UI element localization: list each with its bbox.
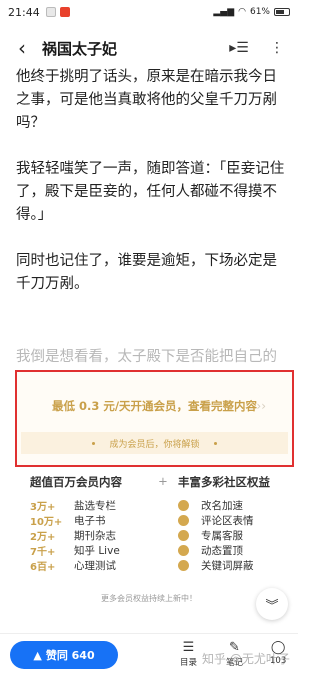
community-benefits-list: 改名加速 评论区表情 专属客服 动态置顶 关键词屏蔽 — [178, 498, 254, 573]
upvote-button[interactable]: ▲ 赞同 640 — [10, 641, 118, 669]
benefit-label: 盐选专栏 — [74, 500, 116, 512]
customer-service-icon — [178, 530, 189, 541]
status-time: 21:44 — [8, 5, 40, 19]
unlock-hint-bar: 成为会员后，你将解锁 — [21, 432, 288, 454]
list-item: 动态置顶 — [178, 543, 254, 558]
list-item: 3万+ 盐选专栏 — [30, 498, 148, 513]
chevron-right-icon: ›› — [256, 399, 266, 413]
community-benefits-title: 丰富多彩社区权益 — [178, 475, 270, 489]
list-item: 10万+ 电子书 — [30, 513, 148, 528]
plus-icon: + — [158, 474, 168, 488]
member-benefits: 超值百万会员内容 + 丰富多彩社区权益 3万+ 盐选专栏 10万+ 电子书 2万+ 期… — [30, 474, 280, 573]
page-title: 祸国太子妃 — [42, 39, 118, 58]
pin-icon — [178, 545, 189, 556]
list-icon: ☰ — [182, 640, 195, 655]
upvote-icon: ▲ — [33, 648, 42, 662]
emoji-icon — [178, 515, 189, 526]
article-paragraph: 同时也记住了，谁要是逾矩，下场必定是千刀万剐。 — [16, 253, 277, 292]
benefit-count: 10万+ — [30, 517, 63, 528]
benefit-label: 动态置顶 — [201, 545, 243, 557]
list-item: 专属客服 — [178, 528, 254, 543]
toc-label: 目录 — [180, 658, 198, 668]
membership-cta[interactable]: 最低 0.3 元/天开通会员，查看完整内容 — [17, 398, 292, 414]
article-body: 他终于挑明了话头，原来是在暗示我今日之事，可是他当真敢将他的父皇千刀万剐吗？ 我… — [16, 66, 286, 319]
expand-chevron-icon[interactable]: ︾ — [256, 588, 288, 620]
toc-button[interactable]: ☰ 目录 — [180, 640, 197, 668]
signal-icon: ▂▄▆ — [213, 7, 235, 17]
status-bar: 21:44 ▂▄▆ ◠ 61% — [0, 0, 298, 24]
article-paragraph: 我轻轻嗤笑了一声，随即答道：「臣妾记住了，殿下是臣妾的，任何人都碰不得摸不得。」 — [16, 161, 285, 223]
paywall-box[interactable]: 最低 0.3 元/天开通会员，查看完整内容 ›› 成为会员后，你将解锁 — [15, 370, 294, 467]
benefit-label: 期刊杂志 — [74, 530, 116, 542]
wifi-icon: ◠ — [238, 7, 246, 17]
benefit-label: 知乎 Live — [74, 545, 120, 557]
watermark: 知乎 @无尤叶子 — [202, 652, 290, 666]
list-item: 评论区表情 — [178, 513, 254, 528]
benefit-count: 7千+ — [30, 547, 56, 558]
list-item: 关键词屏蔽 — [178, 558, 254, 573]
content-benefits-title: 超值百万会员内容 — [30, 475, 122, 489]
back-icon[interactable]: ‹ — [10, 36, 34, 60]
article-faded-preview: 我倒是想看看，太子殿下是否能把自己的 — [16, 349, 277, 365]
benefit-label: 心理测试 — [74, 560, 116, 572]
header: ‹ 祸国太子妃 ▸☰ ⋮ — [0, 28, 298, 68]
benefit-count: 2万+ — [30, 532, 56, 543]
block-icon — [178, 560, 189, 571]
unlock-hint: 成为会员后，你将解锁 — [109, 439, 200, 450]
benefit-label: 关键词屏蔽 — [201, 560, 254, 572]
battery-icon — [274, 8, 290, 16]
list-item: 改名加速 — [178, 498, 254, 513]
benefit-label: 电子书 — [74, 515, 106, 527]
content-benefits-list: 3万+ 盐选专栏 10万+ 电子书 2万+ 期刊杂志 7千+ 知乎 Live 6百+ 心理… — [30, 498, 148, 573]
benefit-count: 6百+ — [30, 562, 56, 573]
dot-icon — [92, 441, 96, 445]
audio-play-icon[interactable]: ▸☰ — [228, 37, 250, 59]
rename-icon — [178, 500, 189, 511]
status-indicators: ▂▄▆ ◠ 61% — [213, 7, 290, 17]
notification-app-icon — [45, 7, 56, 17]
list-item: 7千+ 知乎 Live — [30, 543, 148, 558]
list-item: 2万+ 期刊杂志 — [30, 528, 148, 543]
benefit-count: 3万+ — [30, 502, 56, 513]
dot-icon — [213, 441, 217, 445]
upvote-label: 赞同 640 — [45, 649, 95, 662]
article-paragraph: 他终于挑明了话头，原来是在暗示我今日之事，可是他当真敢将他的父皇千刀万剐吗？ — [16, 69, 277, 131]
more-benefits-note: 更多会员权益持续上新中！ — [101, 594, 197, 603]
list-item: 6百+ 心理测试 — [30, 558, 148, 573]
more-options-icon[interactable]: ⋮ — [266, 37, 288, 59]
benefit-label: 改名加速 — [201, 500, 243, 512]
battery-percent: 61% — [249, 7, 270, 17]
notification-app-icon-red — [59, 7, 70, 17]
benefit-label: 评论区表情 — [201, 515, 254, 527]
benefit-label: 专属客服 — [201, 530, 243, 542]
